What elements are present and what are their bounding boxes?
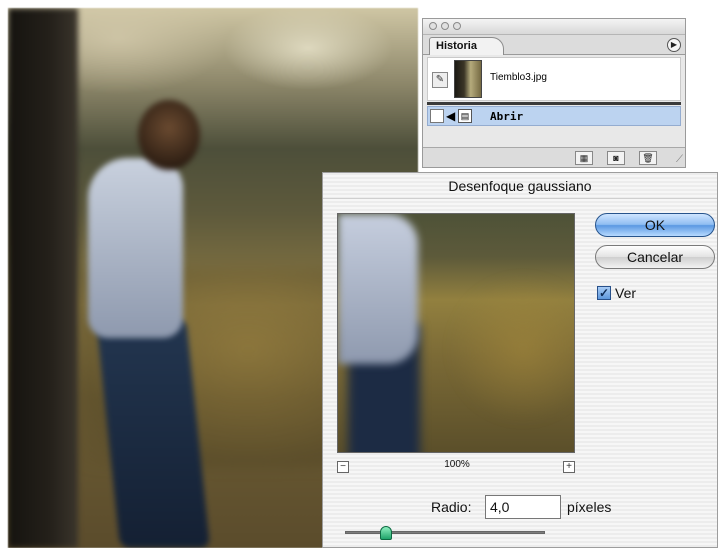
filter-preview[interactable] bbox=[337, 213, 575, 453]
zoom-dot[interactable] bbox=[453, 22, 461, 30]
snapshot-thumbnail bbox=[454, 60, 482, 98]
history-separator bbox=[427, 102, 681, 105]
new-document-from-state-icon[interactable]: ▦ bbox=[575, 151, 593, 165]
history-brush-icon[interactable]: ✎ bbox=[432, 72, 448, 88]
history-palette: Historia ▶ ✎ Tiemblo3.jpg ◀ ▤ Abrir ▦ ◙ … bbox=[422, 18, 686, 168]
cancel-button[interactable]: Cancelar bbox=[595, 245, 715, 269]
history-footer: ▦ ◙ 🗑 ⟋ bbox=[423, 147, 685, 167]
radius-units: píxeles bbox=[567, 499, 612, 515]
history-state-name: Abrir bbox=[490, 110, 524, 123]
window-controls bbox=[429, 22, 461, 30]
gaussian-blur-dialog: Desenfoque gaussiano − 100% + OK Cancela… bbox=[322, 172, 718, 548]
resize-grip-icon[interactable]: ⟋ bbox=[676, 154, 683, 165]
minimize-dot[interactable] bbox=[441, 22, 449, 30]
preview-checkbox[interactable]: ✓ bbox=[597, 286, 611, 300]
history-snapshot-row[interactable]: ✎ Tiemblo3.jpg bbox=[427, 57, 681, 101]
preview-checkbox-label: Ver bbox=[615, 285, 637, 301]
radius-label: Radio: bbox=[431, 499, 472, 515]
zoom-in-button[interactable]: + bbox=[563, 461, 575, 473]
photo-person-head bbox=[138, 100, 200, 170]
zoom-out-button[interactable]: − bbox=[337, 461, 349, 473]
photo-person-shirt bbox=[88, 158, 183, 338]
ok-button[interactable]: OK bbox=[595, 213, 715, 237]
zoom-level: 100% bbox=[444, 459, 470, 470]
triangle-right-icon: ▶ bbox=[670, 40, 678, 49]
palette-titlebar[interactable] bbox=[423, 19, 685, 35]
palette-menu-button[interactable]: ▶ bbox=[667, 38, 681, 52]
history-source-box[interactable] bbox=[430, 109, 444, 123]
tab-historia[interactable]: Historia bbox=[429, 37, 504, 55]
preview-foliage bbox=[448, 274, 574, 424]
snapshot-name: Tiemblo3.jpg bbox=[490, 72, 547, 83]
open-document-icon: ▤ bbox=[458, 109, 472, 123]
close-dot[interactable] bbox=[429, 22, 437, 30]
palette-tab-row: Historia ▶ bbox=[423, 35, 685, 55]
radius-slider-thumb[interactable] bbox=[380, 526, 392, 540]
radius-input[interactable] bbox=[485, 495, 561, 519]
trash-icon[interactable]: 🗑 bbox=[639, 151, 657, 165]
dialog-title: Desenfoque gaussiano bbox=[323, 173, 717, 199]
history-state-row[interactable]: ◀ ▤ Abrir bbox=[427, 106, 681, 126]
history-state-slider-icon[interactable]: ◀ bbox=[446, 109, 455, 123]
camera-snapshot-icon[interactable]: ◙ bbox=[607, 151, 625, 165]
photo-tree-trunk bbox=[8, 8, 78, 548]
preview-person-shirt bbox=[338, 214, 418, 364]
radius-slider-track[interactable] bbox=[345, 531, 545, 534]
